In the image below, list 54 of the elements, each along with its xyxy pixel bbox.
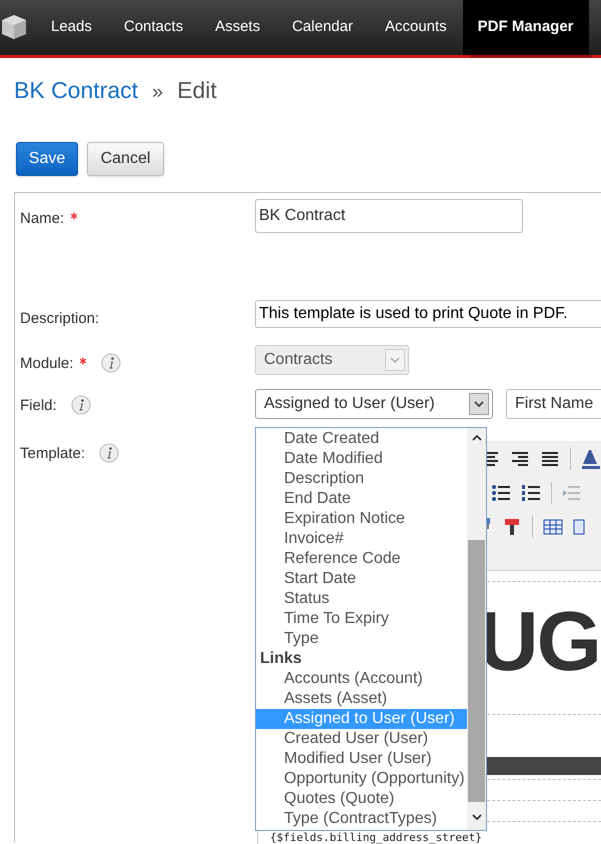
- page-title: Edit: [177, 76, 217, 105]
- select-value: Assigned to User (User): [264, 394, 435, 414]
- dropdown-option[interactable]: Assets (Asset): [256, 688, 467, 708]
- select-value: Contracts: [264, 350, 332, 370]
- nav-tab[interactable]: Leads: [35, 0, 108, 55]
- field-label: Name:: [20, 208, 64, 228]
- dropdown-option[interactable]: Date Created: [256, 428, 467, 448]
- field-label: Module:: [20, 354, 74, 374]
- scrollbar-thumb[interactable]: [468, 540, 485, 802]
- info-icon: [101, 352, 122, 372]
- split-cells-icon: [502, 516, 522, 536]
- dropdown-option[interactable]: End Date: [256, 488, 467, 508]
- dropdown-option[interactable]: Invoice#: [256, 528, 467, 548]
- nav-tab[interactable]: Contacts: [108, 0, 200, 55]
- bullet-list-icon: [491, 482, 511, 502]
- dropdown-option[interactable]: Accounts (Account): [256, 668, 467, 688]
- dropdown-option[interactable]: Opportunity (Opportunity): [256, 768, 467, 788]
- info-icon: [70, 394, 91, 414]
- dropdown-option[interactable]: Date Modified: [256, 448, 467, 468]
- subfield-select[interactable]: First Name: [506, 388, 601, 418]
- dropdown-option[interactable]: Reference Code: [256, 548, 467, 568]
- dropdown-option[interactable]: Expiration Notice: [256, 508, 467, 528]
- dropdown-option[interactable]: Quotes (Quote): [256, 788, 467, 808]
- description-input[interactable]: This template is used to print Quote in PDF.: [255, 300, 601, 328]
- scrollbar[interactable]: [467, 428, 486, 830]
- numbered-list-icon: [521, 482, 541, 502]
- dropdown-option[interactable]: Modified User (User): [256, 748, 467, 768]
- nav-tab[interactable]: Assets: [199, 0, 276, 55]
- dropdown-option[interactable]: Created User (User): [256, 728, 467, 748]
- field-label: Description:: [20, 310, 100, 326]
- field-label: Template:: [20, 444, 86, 464]
- field-select[interactable]: Assigned to User (User): [255, 388, 493, 418]
- save-button[interactable]: Save: [16, 142, 78, 176]
- breadcrumb-separator: »: [152, 80, 164, 105]
- nav-tab[interactable]: Calendar: [276, 0, 369, 55]
- cube-logo-icon[interactable]: [1, 14, 27, 40]
- dropdown-option[interactable]: Time To Expiry: [256, 608, 467, 628]
- record-link[interactable]: BK Contract: [14, 73, 138, 108]
- template-placeholder-text: {$fields.billing_address_street}: [270, 830, 482, 844]
- dropdown-option[interactable]: Description: [256, 468, 467, 488]
- font-color-icon: [581, 448, 601, 470]
- table-icon: [543, 516, 563, 536]
- group-header: Links: [259, 648, 303, 668]
- name-input[interactable]: BK Contract: [255, 198, 523, 232]
- nav-tab[interactable]: PDF Manager: [462, 0, 589, 55]
- dropdown-option[interactable]: Type: [256, 628, 467, 648]
- field-label: Field:: [20, 396, 57, 416]
- dropdown-option[interactable]: Status: [256, 588, 467, 608]
- dropdown-option[interactable]: Type (ContractTypes): [256, 808, 467, 828]
- dropdown-option[interactable]: Start Date: [256, 568, 467, 588]
- nav-tab[interactable]: Accounts: [368, 0, 463, 55]
- info-icon: [99, 442, 120, 462]
- table-column-icon: [573, 516, 585, 536]
- cancel-button[interactable]: Cancel: [87, 142, 164, 176]
